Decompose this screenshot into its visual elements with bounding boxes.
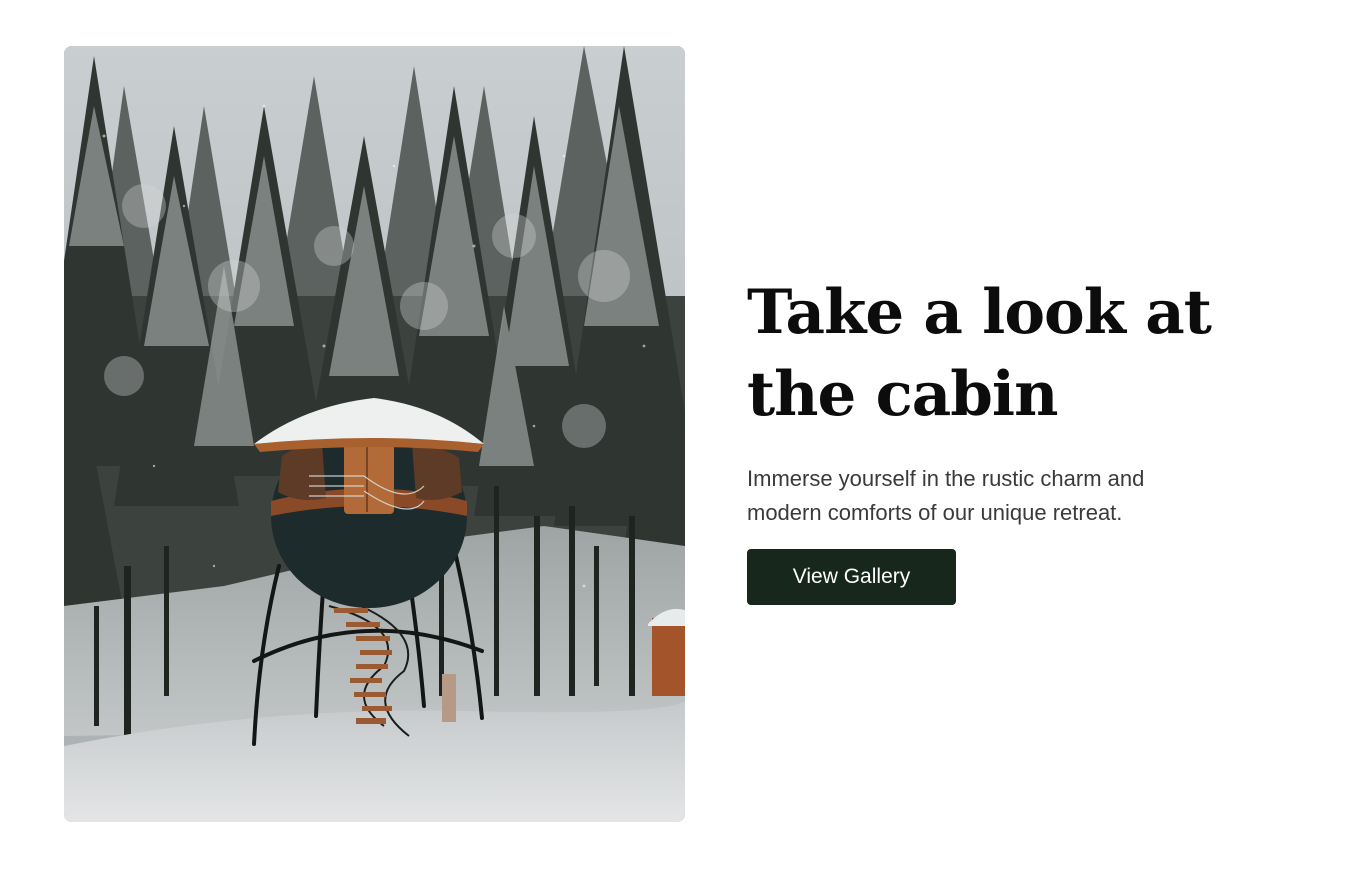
- view-gallery-button[interactable]: View Gallery: [747, 549, 956, 605]
- cabin-section: Take a look at the cabin Immerse yoursel…: [0, 0, 1371, 872]
- cabin-copy: Take a look at the cabin Immerse yoursel…: [747, 272, 1267, 605]
- section-heading: Take a look at the cabin: [747, 277, 1212, 430]
- cabin-photo: [64, 46, 685, 822]
- section-description: Immerse yourself in the rustic charm and…: [747, 466, 1145, 525]
